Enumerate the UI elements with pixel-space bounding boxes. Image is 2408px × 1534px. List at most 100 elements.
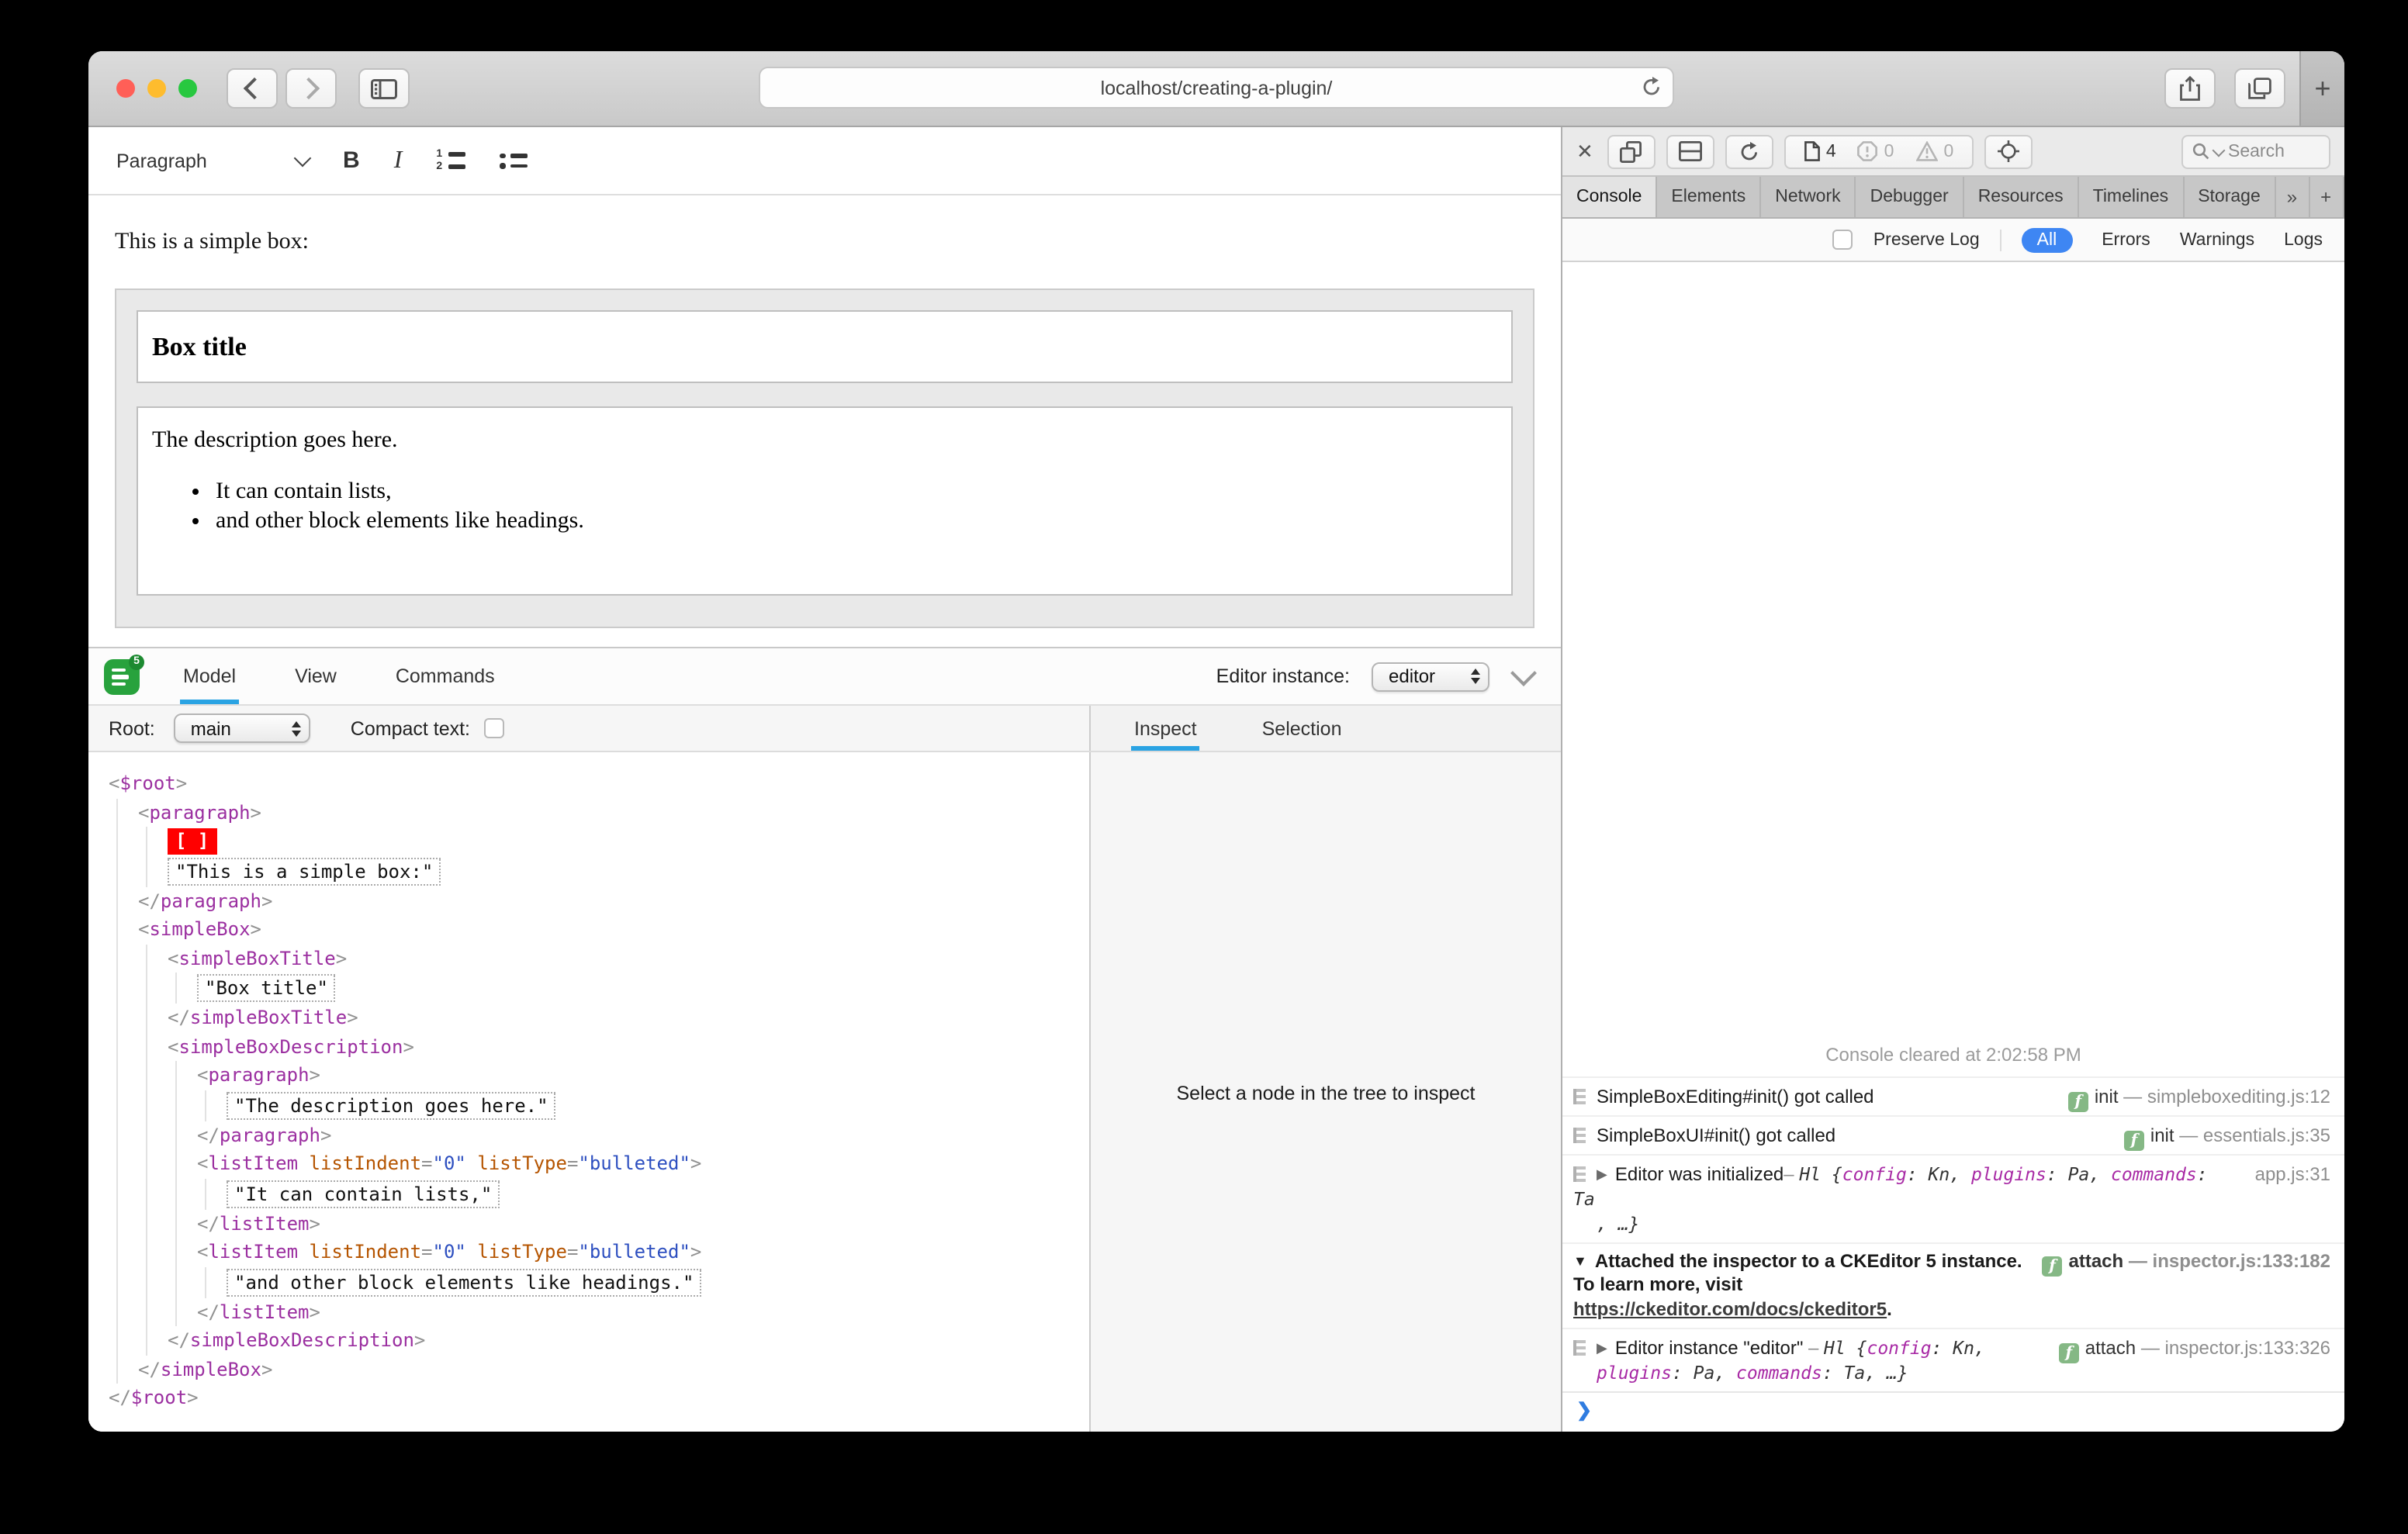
address-bar[interactable]: localhost/creating-a-plugin/ (759, 67, 1674, 109)
disclosure-triangle-icon[interactable]: ▶ (1597, 1166, 1607, 1181)
function-name[interactable]: init (2150, 1124, 2174, 1145)
filter-option-errors[interactable]: Errors (2102, 230, 2150, 249)
inspector-tab-model[interactable]: Model (180, 648, 240, 704)
tree-line[interactable]: "This is a simple box:" (109, 855, 1089, 886)
sidebar-toggle-button[interactable] (358, 68, 410, 109)
tree-line[interactable]: "The description goes here." (109, 1090, 1089, 1121)
tree-line[interactable]: < simpleBoxTitle > (109, 944, 1089, 973)
devtools-search-field[interactable]: Search (2181, 134, 2330, 168)
tag-name[interactable]: paragraph (220, 1121, 320, 1149)
tree-line[interactable]: < listItem listIndent = "0" listType = "bulle… (109, 1149, 1089, 1178)
reload-page-button[interactable] (1725, 134, 1773, 168)
add-tab-button[interactable]: + (2309, 177, 2344, 217)
source-link[interactable]: app.js:31 (2255, 1163, 2330, 1184)
devtools-tab-resources[interactable]: Resources (1964, 177, 2079, 217)
new-tab-button[interactable]: + (2299, 51, 2344, 126)
simple-box-widget[interactable]: Box title The description goes here. It … (115, 288, 1534, 628)
devtools-tab-debugger[interactable]: Debugger (1856, 177, 1964, 217)
editor-content[interactable]: This is a simple box: Box title The desc… (88, 195, 1561, 647)
tree-line[interactable]: </paragraph > (109, 1121, 1089, 1149)
text-node[interactable]: "The description goes here." (227, 1091, 556, 1119)
tag-name[interactable]: simpleBox (149, 915, 250, 944)
console-prompt[interactable]: ❯ (1562, 1391, 2344, 1430)
tree-line[interactable]: < $root > (109, 769, 1089, 798)
minimize-window-button[interactable] (147, 79, 166, 98)
issues-summary[interactable]: 4 0 0 (1784, 134, 1974, 168)
tree-line[interactable]: </listItem > (109, 1209, 1089, 1238)
console-message[interactable]: app.js:31 ▶ Editor was initialized– Hl {co… (1562, 1153, 2344, 1242)
list-item[interactable]: It can contain lists, (216, 478, 1497, 506)
tree-line[interactable]: "Box title" (109, 973, 1089, 1004)
tree-line[interactable]: </simpleBoxTitle > (109, 1004, 1089, 1032)
tag-name[interactable]: paragraph (161, 886, 261, 915)
simple-box-description[interactable]: The description goes here. It can contai… (137, 406, 1513, 596)
tag-name[interactable]: simpleBoxTitle (178, 944, 335, 973)
more-tabs-button[interactable]: » (2276, 177, 2310, 217)
simple-box-title[interactable]: Box title (137, 310, 1513, 383)
text-node[interactable]: "Box title" (197, 974, 336, 1002)
function-name[interactable]: attach (2069, 1249, 2124, 1271)
source-link[interactable]: inspector.js:133:326 (2165, 1337, 2331, 1359)
tree-line[interactable]: < simpleBox > (109, 915, 1089, 944)
tag-name[interactable]: simpleBoxDescription (178, 1032, 403, 1061)
tree-line[interactable]: < listItem listIndent = "0" listType = "bulle… (109, 1238, 1089, 1266)
filter-option-all[interactable]: All (2021, 227, 2073, 252)
console-message[interactable]: f attach — inspector.js:133:326 ▶ Editor in… (1562, 1328, 2344, 1391)
disclosure-triangle-icon[interactable]: ▶ (1597, 1340, 1607, 1356)
tree-line[interactable]: [ ] (109, 827, 1089, 855)
tag-name[interactable]: simpleBoxDescription (190, 1326, 414, 1355)
bold-button[interactable]: B (343, 127, 360, 194)
text-node[interactable]: "and other block elements like headings.… (227, 1268, 702, 1296)
console-message[interactable]: f attach — inspector.js:133:182 ▼ Attached … (1562, 1242, 2344, 1328)
filter-option-logs[interactable]: Logs (2284, 230, 2323, 249)
inspector-tab-commands[interactable]: Commands (393, 648, 498, 704)
element-picker-button[interactable] (1984, 134, 2033, 168)
tree-line[interactable]: < paragraph > (109, 1061, 1089, 1090)
bulleted-list-button[interactable] (500, 127, 528, 194)
disclosure-triangle-icon[interactable]: ▼ (1573, 1252, 1587, 1268)
inspector-tab-view[interactable]: View (292, 648, 340, 704)
tag-name[interactable]: listItem (220, 1297, 310, 1326)
tree-line[interactable]: "and other block elements like headings.… (109, 1266, 1089, 1297)
intro-paragraph[interactable]: This is a simple box: (115, 230, 1534, 256)
tag-name[interactable]: paragraph (208, 1061, 309, 1090)
root-select[interactable]: main (173, 713, 310, 743)
description-paragraph[interactable]: The description goes here. (152, 428, 1497, 454)
tree-line[interactable]: < paragraph > (109, 798, 1089, 827)
tag-name[interactable]: $root (119, 769, 175, 798)
console-message[interactable]: f init — essentials.js:35 SimpleBoxUI#init… (1562, 1114, 2344, 1153)
forward-button[interactable] (285, 68, 337, 109)
text-node[interactable]: "It can contain lists," (227, 1180, 500, 1208)
reload-button[interactable] (1642, 76, 1662, 98)
heading-dropdown[interactable]: Paragraph (116, 127, 312, 194)
source-link[interactable]: essentials.js:35 (2203, 1124, 2330, 1145)
devtools-tab-network[interactable]: Network (1761, 177, 1856, 217)
share-button[interactable] (2164, 68, 2216, 109)
function-name[interactable]: init (2095, 1085, 2119, 1107)
tree-line[interactable]: </listItem > (109, 1297, 1089, 1326)
zoom-window-button[interactable] (178, 79, 197, 98)
close-devtools-button[interactable]: ✕ (1576, 139, 1593, 164)
devtools-tab-storage[interactable]: Storage (2184, 177, 2276, 217)
filter-option-warnings[interactable]: Warnings (2180, 230, 2254, 249)
dock-bottom-button[interactable] (1666, 134, 1714, 168)
devtools-tab-console[interactable]: Console (1562, 177, 1658, 217)
tag-name[interactable]: simpleBox (161, 1355, 261, 1384)
side-tab-inspect[interactable]: Inspect (1131, 706, 1201, 751)
back-button[interactable] (227, 68, 278, 109)
console-message[interactable]: f init — simpleboxediting.js:12 SimpleBoxE… (1562, 1076, 2344, 1114)
source-link[interactable]: simpleboxediting.js:12 (2147, 1085, 2330, 1107)
tree-line[interactable]: </simpleBoxDescription > (109, 1326, 1089, 1355)
devtools-tab-timelines[interactable]: Timelines (2079, 177, 2185, 217)
tree-line[interactable]: </simpleBox > (109, 1355, 1089, 1384)
tree-line[interactable]: < simpleBoxDescription > (109, 1032, 1089, 1061)
tab-overview-button[interactable] (2234, 68, 2285, 109)
numbered-list-button[interactable]: 1 2 (436, 127, 466, 194)
editor-instance-select[interactable]: editor (1372, 662, 1489, 691)
detach-devtools-button[interactable] (1607, 134, 1656, 168)
collapse-inspector-icon[interactable] (1510, 660, 1537, 686)
side-tab-selection[interactable]: Selection (1259, 706, 1345, 751)
tag-name[interactable]: $root (131, 1384, 187, 1412)
tree-line[interactable]: </$root > (109, 1384, 1089, 1412)
console-link[interactable]: https://ckeditor.com/docs/ckeditor5 (1573, 1297, 1887, 1319)
